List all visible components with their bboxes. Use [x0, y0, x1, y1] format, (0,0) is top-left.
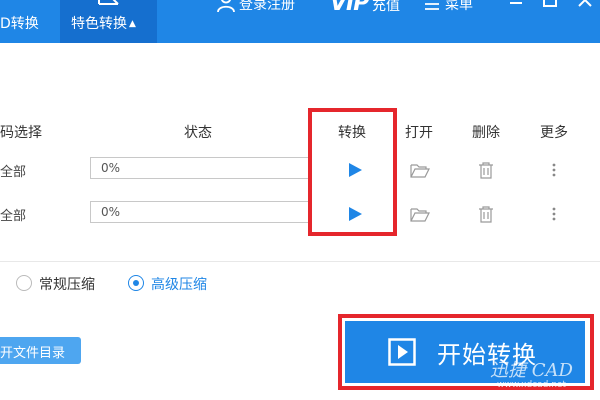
more-button[interactable]	[542, 202, 566, 226]
close-button[interactable]	[576, 0, 596, 21]
delete-button[interactable]	[474, 202, 498, 226]
progress-text: 0%	[101, 161, 121, 175]
table-row: 全部 0%	[0, 192, 600, 236]
radio-label: 高级压缩	[151, 277, 207, 293]
trash-icon	[479, 206, 493, 223]
delete-button[interactable]	[474, 158, 498, 182]
caret-up-icon: ▲	[129, 19, 136, 29]
header-status: 状态	[184, 125, 212, 141]
tab-cad-convert[interactable]: D转换	[0, 0, 56, 43]
radio-dot	[133, 280, 139, 286]
watermark-url: www.xdcad.net	[497, 380, 566, 390]
header-encoding: 码选择	[0, 125, 42, 141]
more-vertical-icon	[552, 207, 556, 221]
vip-logo: VIP	[330, 0, 369, 16]
tab-special-convert-label: 特色转换 ▲	[71, 16, 136, 32]
play-square-icon	[388, 338, 416, 366]
header-more: 更多	[540, 125, 568, 141]
tab-cad-convert-label: D转换	[0, 16, 39, 32]
progress-bar: 0%	[90, 201, 312, 223]
radio-advanced-compression[interactable]: 高级压缩	[128, 273, 228, 293]
radio-circle	[16, 275, 32, 291]
radio-normal-compression[interactable]: 常规压缩	[16, 273, 116, 293]
user-icon	[217, 0, 235, 13]
more-button[interactable]	[542, 158, 566, 182]
hamburger-icon	[425, 0, 439, 14]
table-row: 全部 0%	[0, 148, 600, 192]
radio-label: 常规压缩	[39, 277, 95, 293]
maximize-button[interactable]	[541, 0, 559, 21]
minimize-button[interactable]	[507, 0, 525, 21]
title-bar: D转换 特色转换 ▲ 登录注册 VIP 充值 菜单	[0, 0, 600, 43]
progress-text: 0%	[101, 205, 121, 219]
close-icon	[578, 0, 592, 7]
open-folder-button[interactable]	[408, 158, 432, 182]
trash-icon	[479, 162, 493, 179]
compression-options: 常规压缩 高级压缩	[0, 261, 600, 301]
convert-column-highlight	[308, 108, 397, 236]
radio-circle-selected	[128, 275, 144, 291]
folder-icon	[410, 164, 430, 178]
login-register-label: 登录注册	[239, 0, 295, 13]
open-folder-button[interactable]	[408, 202, 432, 226]
header-delete: 删除	[472, 125, 500, 141]
menu-label: 菜单	[445, 0, 473, 13]
minimize-icon	[510, 2, 522, 4]
open-dir-label: 开文件目录	[0, 346, 66, 361]
progress-bar: 0%	[90, 157, 312, 179]
file-table-header: 码选择 状态 转换 打开 删除 更多	[0, 114, 600, 148]
more-vertical-icon	[552, 163, 556, 177]
encoding-cell[interactable]: 全部	[0, 161, 26, 180]
maximize-icon	[543, 0, 557, 7]
folder-icon	[410, 208, 430, 222]
open-file-directory-button[interactable]: 开文件目录	[0, 337, 81, 364]
header-open: 打开	[405, 125, 433, 141]
vip-recharge-label: 充值	[372, 0, 400, 14]
tab-special-convert[interactable]: 特色转换 ▲	[60, 0, 157, 43]
watermark-logo: 迅捷 CAD	[490, 360, 573, 381]
encoding-cell[interactable]: 全部	[0, 205, 26, 224]
